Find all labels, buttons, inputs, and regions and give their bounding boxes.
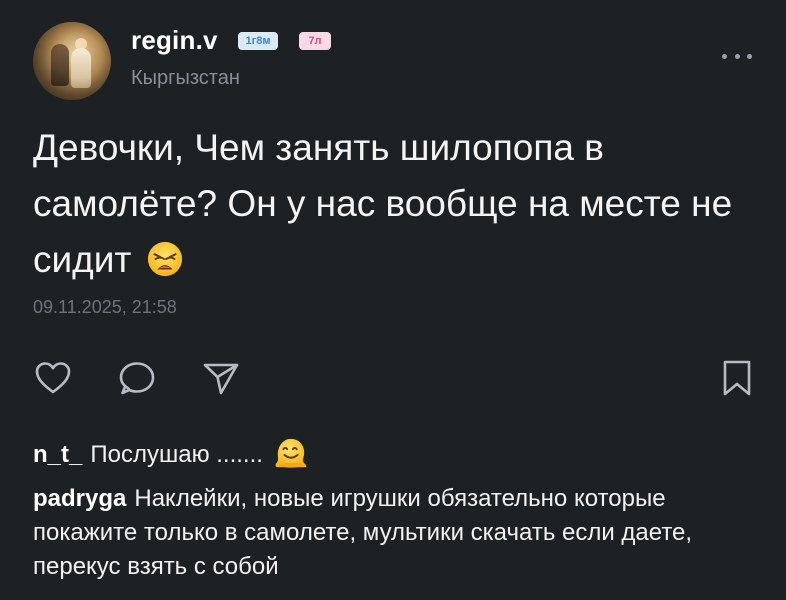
bookmark-icon[interactable]: [720, 358, 754, 398]
melting-face-icon: [275, 438, 306, 468]
share-send-icon[interactable]: [201, 358, 241, 398]
more-dot: [747, 53, 752, 59]
comment-text: Послушаю .......: [90, 441, 263, 468]
more-options-icon[interactable]: [722, 50, 752, 62]
post-body: Девочки, Чем занять шилопопа в самолёте?…: [33, 120, 753, 288]
comment-author[interactable]: n_t_: [33, 441, 82, 468]
author-location: Кыргызстан: [131, 67, 240, 89]
child-age-badge: 7л: [299, 32, 331, 50]
heart-icon[interactable]: [33, 358, 73, 398]
author-username[interactable]: regin.v: [131, 25, 218, 56]
comment-text: Наклейки, новые игрушки обязательно кото…: [33, 485, 693, 580]
avatar-vignette: [33, 22, 111, 100]
comment-icon[interactable]: [117, 358, 157, 398]
comment-item: padryga Наклейки, новые игрушки обязатель…: [33, 482, 753, 584]
post-timestamp: 09.11.2025, 21:58: [33, 297, 177, 317]
weary-face-icon: [147, 241, 182, 277]
post-text: Девочки, Чем занять шилопопа в самолёте?…: [33, 127, 733, 280]
avatar[interactable]: [33, 22, 111, 100]
more-dot: [734, 53, 740, 59]
comment-author[interactable]: padryga: [33, 485, 126, 512]
account-age-badge: 1г8м: [238, 32, 278, 50]
comment-item: n_t_ Послушаю .......: [33, 436, 753, 472]
more-dot: [722, 53, 727, 59]
